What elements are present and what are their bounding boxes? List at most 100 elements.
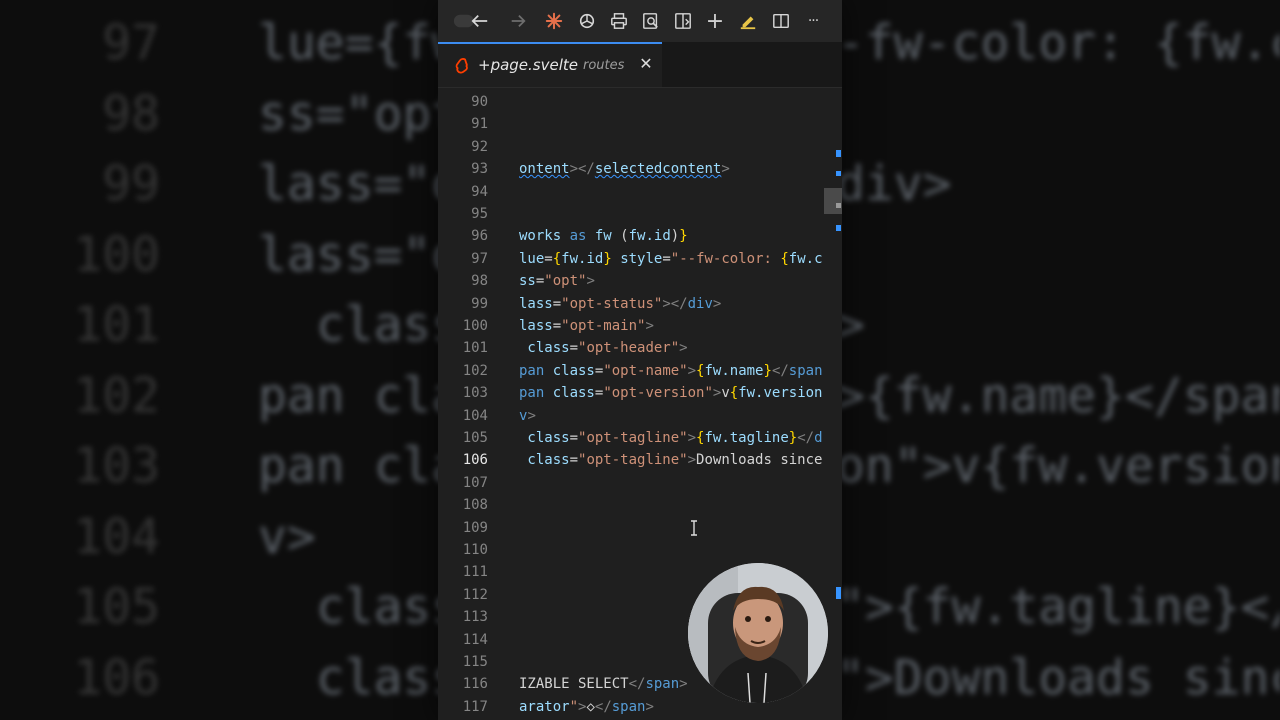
code-token: "opt-name" [603,362,688,379]
code-line[interactable]: 102 pan class="opt-name">{fw.name}</span [438,360,842,382]
code-token: works [519,228,570,245]
code-token: = [662,250,671,267]
code-token: " [569,698,579,715]
add-icon[interactable]: + [703,8,727,34]
print-icon[interactable] [607,9,631,33]
code-token: > [586,273,595,290]
code-token: div [687,295,713,312]
back-arrow-icon[interactable] [452,9,490,33]
code-token: class [519,430,570,446]
scroll-marker [836,587,841,599]
code-token: lue [519,250,545,267]
line-number: 110 [462,542,488,558]
more-label: ··· [807,13,819,29]
code-token: > [721,161,730,178]
split-compare-icon[interactable] [671,9,695,33]
tab-description: routes [583,58,625,73]
code-line[interactable]: 99 lass="opt-status"></div> [438,293,842,315]
code-token: span [611,698,646,715]
code-token: { [729,385,739,402]
code-line[interactable]: 98 ss="opt"> [438,270,842,292]
text-cursor-icon [689,520,699,536]
claude-icon[interactable] [542,9,566,33]
close-icon[interactable]: ✕ [637,55,655,73]
search-doc-icon[interactable] [639,9,663,33]
code-line[interactable]: 105 class="opt-tagline">{fw.tagline}</d [438,427,842,449]
code-token: } [679,228,688,245]
more-icon[interactable]: ··· [801,9,825,33]
code-token: } [763,362,772,379]
code-token: = [552,318,562,334]
editor-scrollbar[interactable] [824,91,842,720]
code-token: fw.tagline [704,430,789,446]
code-line[interactable]: 97 lue={fw.id} style="--fw-color: {fw.c [438,248,842,270]
code-line[interactable]: 93 ontent></selectedcontent> [438,158,842,180]
line-source: v> [519,405,536,427]
code-line[interactable]: 90 [438,91,842,113]
line-number: 112 [462,586,488,603]
code-token: > [527,407,536,424]
scroll-marker [836,203,841,208]
code-token: = [569,430,579,446]
openai-icon[interactable] [575,9,599,33]
svelte-icon [455,58,468,74]
code-line[interactable]: 109 [438,517,842,539]
background-line-number: 106 [73,649,160,706]
code-token: fw.version [738,385,823,402]
highlight-pen-icon[interactable] [736,9,760,33]
code-line[interactable]: 92 [438,136,842,158]
scroll-marker [836,150,841,157]
code-token: > [645,318,654,334]
line-number: 90 [471,94,488,110]
code-line[interactable]: 108 [438,494,842,516]
line-number: 95 [471,206,488,222]
background-line-number: 99 [102,156,160,212]
code-token: fw.c [788,250,823,267]
code-line[interactable]: 100 lass="opt-main"> [438,315,842,337]
code-token: ◇ [586,698,595,715]
code-token: ></ [662,295,688,312]
line-source: pan class="opt-version">v{fw.version [519,382,823,404]
code-line[interactable]: 110 [438,539,842,561]
code-token: </ [594,698,612,715]
code-token: span [788,362,823,379]
code-token: > [687,430,697,446]
scroll-thumb[interactable] [824,188,842,214]
code-token: as [569,228,595,245]
background-line-number: 100 [73,226,160,283]
code-line[interactable]: 106 class="opt-tagline">Downloads since [438,449,842,471]
code-line[interactable]: 104 v> [438,405,842,427]
line-source: IZABLE SELECT</span> [519,673,688,695]
tab-page-svelte[interactable]: +page.svelte routes ✕ [438,42,662,87]
code-line[interactable]: 107 [438,472,842,494]
code-token: ( [620,228,629,245]
line-number: 98 [471,273,488,290]
line-number: 109 [462,519,488,536]
code-token: selectedcontent [594,161,722,178]
code-line[interactable]: 117 arator">◇</span> [438,696,842,718]
code-token: = [552,295,562,312]
tab-bar: +page.svelte routes ✕ [438,42,842,88]
line-number: 99 [471,295,488,312]
code-token: arator [519,698,570,715]
code-token: "opt" [544,273,587,290]
add-label: + [705,8,725,34]
code-token: pan [519,385,553,402]
code-line[interactable]: 101 class="opt-header"> [438,337,842,359]
forward-arrow-icon[interactable] [506,9,530,33]
background-line-number: 101 [73,297,160,353]
code-line[interactable]: 96 works as fw (fw.id)} [438,225,842,247]
code-line[interactable]: 94 [438,181,842,203]
code-token: "opt-version" [603,385,713,402]
code-line[interactable]: 91 [438,113,842,135]
code-line[interactable]: 103 pan class="opt-version">v{fw.version [438,382,842,404]
line-number: 94 [471,183,488,200]
line-source: lue={fw.id} style="--fw-color: {fw.c [519,248,823,270]
code-line[interactable]: 95 [438,203,842,225]
code-token: } [788,430,798,446]
background-line-number: 104 [73,508,160,565]
code-token: ></ [569,161,595,178]
background-line-code: v> [258,508,316,565]
split-editor-icon[interactable] [769,9,793,33]
line-number: 117 [462,698,488,715]
